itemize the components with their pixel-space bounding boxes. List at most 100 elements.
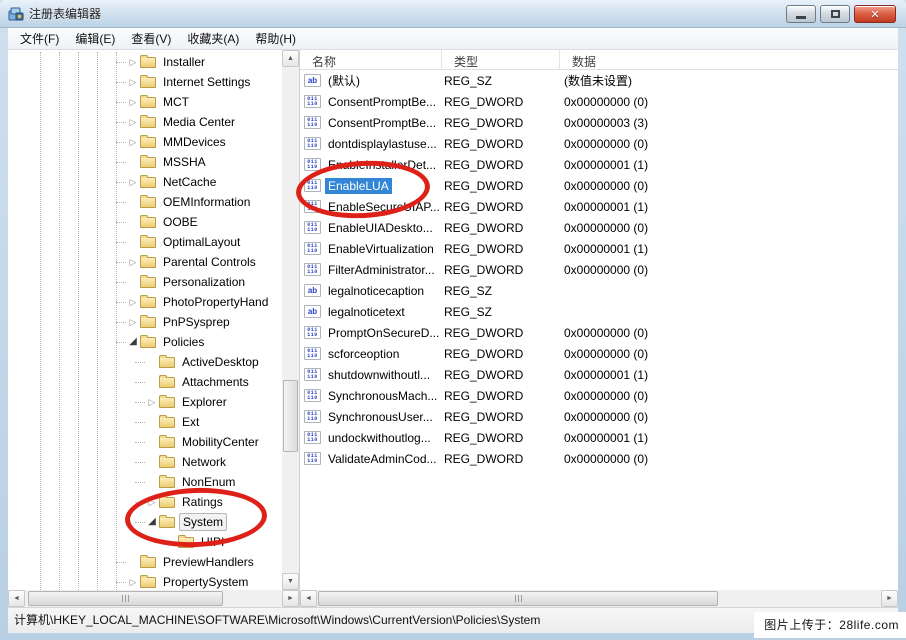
value-row-synchronousmach-[interactable]: 011110SynchronousMach...REG_DWORD0x00000… — [300, 385, 898, 406]
scroll-right-button[interactable]: ► — [881, 590, 898, 607]
value-row-consentpromptbe-[interactable]: 011110ConsentPromptBe...REG_DWORD0x00000… — [300, 112, 898, 133]
tree-item-previewhandlers[interactable]: PreviewHandlers — [8, 552, 282, 572]
tree-item-ext[interactable]: Ext — [8, 412, 282, 432]
expander-collapsed-icon[interactable]: ▷ — [127, 296, 139, 308]
expander-collapsed-icon[interactable]: ▷ — [146, 496, 158, 508]
value-row-validateadmincod-[interactable]: 011110ValidateAdminCod...REG_DWORD0x0000… — [300, 448, 898, 469]
value-row-filteradministrator-[interactable]: 011110FilterAdministrator...REG_DWORD0x0… — [300, 259, 898, 280]
scroll-down-button[interactable]: ▼ — [282, 573, 299, 590]
value-row-legalnoticecaption[interactable]: ablegalnoticecaptionREG_SZ — [300, 280, 898, 301]
tree-connector — [135, 442, 145, 443]
tree-item-label: System — [179, 513, 227, 531]
tree-item-mssha[interactable]: MSSHA — [8, 152, 282, 172]
expander-collapsed-icon[interactable]: ▷ — [127, 176, 139, 188]
expander-expanded-icon[interactable]: ◢ — [146, 516, 158, 528]
folder-icon — [140, 177, 156, 188]
expander-collapsed-icon[interactable]: ▷ — [127, 136, 139, 148]
expander-expanded-icon[interactable]: ◢ — [127, 336, 139, 348]
column-header-name[interactable]: 名称 — [300, 50, 442, 70]
tree-item-photopropertyhand[interactable]: ▷PhotoPropertyHand — [8, 292, 282, 312]
column-header-type[interactable]: 类型 — [442, 50, 560, 70]
value-row--[interactable]: ab(默认)REG_SZ(数值未设置) — [300, 70, 898, 91]
expander-collapsed-icon[interactable]: ▷ — [146, 396, 158, 408]
value-row-legalnoticetext[interactable]: ablegalnoticetextREG_SZ — [300, 301, 898, 322]
column-header-data[interactable]: 数据 — [560, 50, 898, 70]
value-row-enableinstallerdet-[interactable]: 011110EnableInstallerDet...REG_DWORD0x00… — [300, 154, 898, 175]
expander-collapsed-icon[interactable]: ▷ — [127, 116, 139, 128]
tree-item-mct[interactable]: ▷MCT — [8, 92, 282, 112]
tree-item-oobe[interactable]: OOBE — [8, 212, 282, 232]
menu-item-0[interactable]: 文件(F) — [12, 28, 67, 49]
expander-collapsed-icon[interactable]: ▷ — [127, 76, 139, 88]
tree-item-label: PnPSysprep — [160, 314, 233, 330]
list-horizontal-scrollbar[interactable]: ◄ ► — [300, 590, 898, 607]
value-row-shutdownwithoutl-[interactable]: 011110shutdownwithoutl...REG_DWORD0x0000… — [300, 364, 898, 385]
tree-item-network[interactable]: Network — [8, 452, 282, 472]
maximize-button[interactable] — [820, 5, 850, 23]
tree-vscroll-thumb[interactable] — [283, 380, 298, 452]
expander-collapsed-icon[interactable]: ▷ — [127, 576, 139, 588]
registry-editor-window: 注册表编辑器 ✕ 文件(F)编辑(E)查看(V)收藏夹(A)帮助(H) ▷Ins… — [0, 0, 906, 640]
tree-item-mmdevices[interactable]: ▷MMDevices — [8, 132, 282, 152]
tree-item-ratings[interactable]: ▷Ratings — [8, 492, 282, 512]
tree-item-pnpsysprep[interactable]: ▷ PnPSysprep — [8, 312, 282, 332]
value-row-scforceoption[interactable]: 011110scforceoptionREG_DWORD0x00000000 (… — [300, 343, 898, 364]
value-type: REG_DWORD — [442, 95, 560, 109]
tree-item-activedesktop[interactable]: ActiveDesktop — [8, 352, 282, 372]
menu-item-1[interactable]: 编辑(E) — [67, 28, 123, 49]
folder-icon — [140, 297, 156, 308]
scroll-right-button[interactable]: ► — [282, 590, 299, 607]
tree-item-label: Installer — [160, 54, 208, 70]
tree-horizontal-scrollbar[interactable]: ◄ ► — [8, 590, 299, 607]
tree-item-system[interactable]: ◢ System — [8, 512, 282, 532]
tree-item-internet-settings[interactable]: ▷Internet Settings — [8, 72, 282, 92]
tree-item-netcache[interactable]: ▷NetCache — [8, 172, 282, 192]
value-row-enablesecureuiap-[interactable]: 011110EnableSecureUIAP...REG_DWORD0x0000… — [300, 196, 898, 217]
menu-item-4[interactable]: 帮助(H) — [247, 28, 304, 49]
value-data: 0x00000000 (0) — [560, 347, 898, 361]
tree-item-installer[interactable]: ▷ Installer — [8, 52, 282, 72]
value-type: REG_DWORD — [442, 242, 560, 256]
value-row-enablelua[interactable]: 011110EnableLUAREG_DWORD0x00000000 (0) — [300, 175, 898, 196]
expander-collapsed-icon[interactable]: ▷ — [127, 96, 139, 108]
minimize-button[interactable] — [786, 5, 816, 23]
tree-hscroll-thumb[interactable] — [28, 591, 223, 606]
folder-icon — [140, 197, 156, 208]
tree-item-media-center[interactable]: ▷Media Center — [8, 112, 282, 132]
value-data: 0x00000000 (0) — [560, 326, 898, 340]
value-row-enableuiadeskto-[interactable]: 011110EnableUIADeskto...REG_DWORD0x00000… — [300, 217, 898, 238]
menu-item-3[interactable]: 收藏夹(A) — [179, 28, 247, 49]
menu-item-2[interactable]: 查看(V) — [123, 28, 179, 49]
thumb-grip — [29, 592, 222, 605]
tree-item-attachments[interactable]: Attachments — [8, 372, 282, 392]
dword-value-icon: 011110 — [304, 95, 321, 108]
tree-item-policies[interactable]: ◢Policies — [8, 332, 282, 352]
tree-item-personalization[interactable]: Personalization — [8, 272, 282, 292]
folder-icon — [159, 397, 175, 408]
value-row-consentpromptbe-[interactable]: 011110ConsentPromptBe...REG_DWORD0x00000… — [300, 91, 898, 112]
value-row-enablevirtualization[interactable]: 011110EnableVirtualizationREG_DWORD0x000… — [300, 238, 898, 259]
expander-collapsed-icon[interactable]: ▷ — [127, 316, 139, 328]
tree-vertical-scrollbar[interactable]: ▲ ▼ — [282, 50, 299, 590]
tree-item-nonenum[interactable]: NonEnum — [8, 472, 282, 492]
scroll-left-button[interactable]: ◄ — [300, 590, 317, 607]
tree-item-optimallayout[interactable]: OptimalLayout — [8, 232, 282, 252]
value-row-promptonsecured-[interactable]: 011110PromptOnSecureD...REG_DWORD0x00000… — [300, 322, 898, 343]
scroll-left-button[interactable]: ◄ — [8, 590, 25, 607]
value-row-undockwithoutlog-[interactable]: 011110undockwithoutlog...REG_DWORD0x0000… — [300, 427, 898, 448]
expander-collapsed-icon[interactable]: ▷ — [127, 256, 139, 268]
value-row-dontdisplaylastuse-[interactable]: 011110dontdisplaylastuse...REG_DWORD0x00… — [300, 133, 898, 154]
value-row-synchronoususer-[interactable]: 011110SynchronousUser...REG_DWORD0x00000… — [300, 406, 898, 427]
tree-item-explorer[interactable]: ▷Explorer — [8, 392, 282, 412]
tree-item-label: Attachments — [179, 374, 252, 390]
close-button[interactable]: ✕ — [854, 5, 896, 23]
expander-collapsed-icon[interactable]: ▷ — [127, 56, 139, 68]
scroll-up-button[interactable]: ▲ — [282, 50, 299, 67]
tree-item-parental-controls[interactable]: ▷Parental Controls — [8, 252, 282, 272]
list-hscroll-thumb[interactable] — [318, 591, 718, 606]
tree-item-mobilitycenter[interactable]: MobilityCenter — [8, 432, 282, 452]
tree-item-propertysystem[interactable]: ▷PropertySystem — [8, 572, 282, 590]
tree-item-uipi[interactable]: UIPI — [8, 532, 282, 552]
tree-item-oeminformation[interactable]: OEMInformation — [8, 192, 282, 212]
list-column-headers: 名称 类型 数据 — [300, 50, 898, 70]
